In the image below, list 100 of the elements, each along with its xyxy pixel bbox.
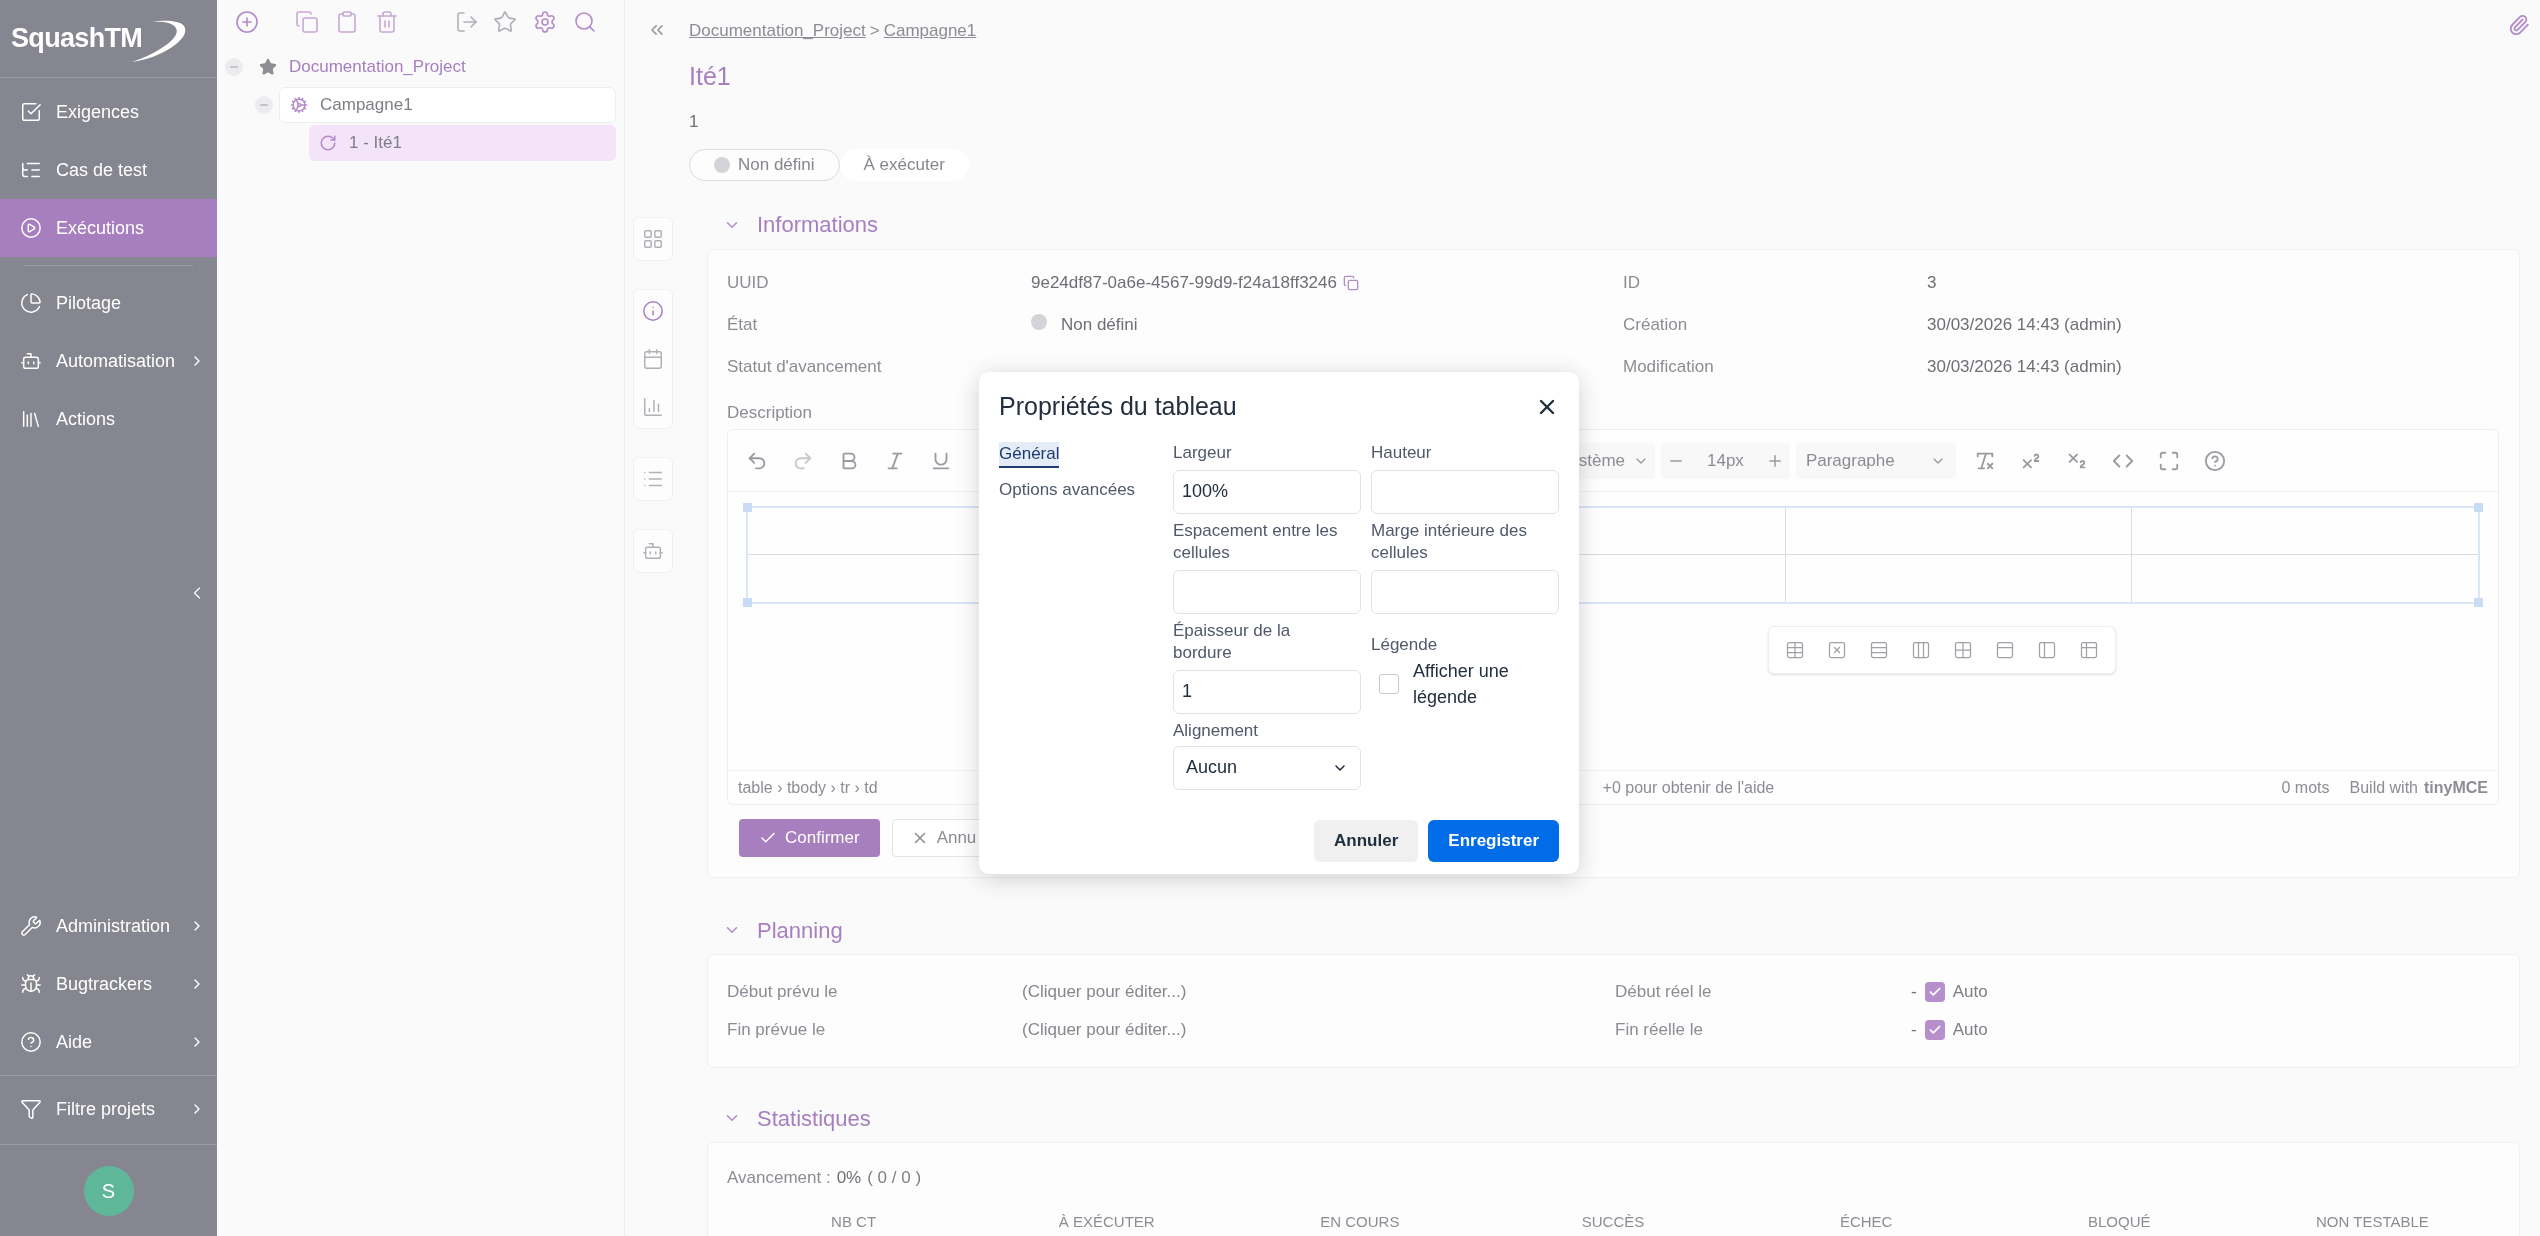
field-value: Non défini — [1061, 313, 1138, 336]
field-label: Marge intérieure des cellules — [1371, 519, 1528, 564]
table-tool-icon[interactable] — [1785, 640, 1805, 660]
alignment-select[interactable]: Aucun — [1173, 745, 1361, 790]
breadcrumb-link[interactable]: Campagne1 — [883, 18, 977, 44]
info-icon[interactable] — [642, 299, 664, 322]
field-value: 30/03/2026 14:43 (admin) — [1927, 313, 2122, 336]
tree-item[interactable]: Documentation_Project — [249, 49, 616, 85]
copy-icon[interactable] — [295, 10, 319, 34]
column-header: EN COURS — [1319, 1211, 1401, 1232]
caption-checkbox[interactable] — [1379, 673, 1399, 694]
user-avatar[interactable]: S — [83, 1165, 134, 1216]
nav-item[interactable]: Bugtrackers — [0, 955, 217, 1013]
save-button[interactable]: Enregistrer — [1428, 819, 1559, 862]
auto-checkbox[interactable] — [1924, 982, 1945, 1002]
column-header: ÉCHEC — [1838, 1211, 1894, 1232]
cancel-button[interactable]: Annuler — [1314, 819, 1419, 862]
breadcrumb-link[interactable]: Documentation_Project — [689, 18, 866, 44]
field-label: Début prévu le — [727, 981, 838, 1004]
tree-label: Campagne1 — [320, 94, 413, 117]
attachment-icon[interactable] — [2508, 14, 2530, 36]
bar-chart-icon[interactable] — [642, 395, 664, 418]
nav-item[interactable]: Automatisation — [0, 332, 217, 390]
status-pill: À exécuter — [839, 148, 969, 181]
copy-icon[interactable] — [1342, 274, 1359, 291]
nav-item[interactable]: Filtre projets — [0, 1080, 217, 1138]
nav-item[interactable]: Pilotage — [0, 274, 217, 332]
robot-icon — [20, 350, 42, 372]
checkbox-label: Afficher une légende — [1413, 659, 1510, 709]
table-tool-icon[interactable] — [1869, 640, 1889, 660]
fullscreen-icon[interactable] — [2157, 449, 2180, 472]
tree-item[interactable]: Campagne1 — [279, 87, 616, 123]
nav-item[interactable]: Aide — [0, 1013, 217, 1071]
table-tool-icon[interactable] — [1827, 640, 1847, 660]
check-icon — [1927, 985, 1942, 999]
progress-label: Avancement : — [727, 1167, 831, 1189]
collapse-toggle-icon[interactable] — [225, 58, 243, 76]
help-icon[interactable] — [2203, 449, 2226, 472]
star-icon — [259, 58, 277, 76]
tree-label: 1 - Ité1 — [349, 132, 402, 155]
nav-item[interactable]: Administration — [0, 897, 217, 955]
dialog-tab[interactable]: Général — [999, 441, 1060, 468]
check-icon — [1927, 1023, 1942, 1037]
grid-icon[interactable] — [642, 227, 664, 250]
search-icon[interactable] — [573, 10, 597, 34]
element-path: table › tbody › tr › td — [738, 777, 878, 798]
collapse-toggle-icon[interactable] — [255, 96, 273, 114]
block-format-select[interactable]: Paragraphe — [1795, 442, 1956, 479]
table-tool-icon[interactable] — [2079, 640, 2099, 660]
nav-label: Bugtrackers — [56, 972, 154, 996]
font-size-value[interactable]: 14px — [1707, 447, 1744, 474]
field-label: Épaisseur de la bordure — [1173, 619, 1292, 664]
tree-item[interactable]: 1 - Ité1 — [309, 125, 616, 161]
field-value: - — [1911, 1019, 1917, 1042]
calendar-icon[interactable] — [642, 347, 664, 370]
progress-count: ( 0 / 0 ) — [867, 1167, 922, 1189]
nav-label: Automatisation — [56, 349, 177, 373]
input-field[interactable] — [1371, 469, 1559, 514]
dialog-tab[interactable]: Options avancées — [999, 477, 1136, 502]
auto-checkbox[interactable] — [1924, 1020, 1945, 1040]
editable-value[interactable]: (Cliquer pour éditer...) — [1022, 1017, 1187, 1043]
section-title: Informations — [757, 211, 879, 239]
export-icon[interactable] — [455, 10, 479, 34]
add-icon[interactable] — [235, 10, 259, 34]
wrench-icon — [20, 915, 42, 937]
table-tool-icon[interactable] — [1911, 640, 1931, 660]
input-field[interactable] — [1371, 569, 1559, 614]
field-label: Modification — [1623, 355, 1714, 378]
reference: 1 — [689, 111, 700, 133]
editable-value[interactable]: (Cliquer pour éditer...) — [1022, 979, 1187, 1005]
field-label: Fin réelle le — [1615, 1019, 1703, 1042]
input-field[interactable]: 100% — [1173, 469, 1361, 514]
column-header: À EXÉCUTER — [1057, 1211, 1156, 1232]
nav-item[interactable]: Exécutions — [0, 199, 217, 257]
nav-item[interactable]: Actions — [0, 390, 217, 448]
input-field[interactable] — [1173, 569, 1361, 614]
help-icon — [20, 1031, 42, 1053]
table-tool-icon[interactable] — [1995, 640, 2015, 660]
nav-item[interactable]: Cas de test — [0, 141, 217, 199]
play-icon — [20, 217, 42, 239]
clipboard-icon[interactable] — [335, 10, 359, 34]
field-value: 3 — [1927, 271, 1937, 294]
column-header: SUCCÈS — [1580, 1211, 1646, 1232]
field-label: Légende — [1371, 633, 1439, 656]
input-field[interactable]: 1 — [1173, 669, 1361, 714]
field-label: Hauteur — [1371, 441, 1433, 464]
breadcrumb-separator: > — [869, 20, 880, 42]
nav-label: Filtre projets — [56, 1097, 157, 1121]
table-tool-icon[interactable] — [2037, 640, 2057, 660]
nav-item[interactable]: Exigences — [0, 83, 217, 141]
field-label: Alignement — [1173, 719, 1260, 742]
table-tool-icon[interactable] — [1953, 640, 1973, 660]
star-icon[interactable] — [493, 10, 517, 34]
confirm-button[interactable]: Confirmer — [739, 819, 880, 857]
word-count: 0 mots — [2281, 777, 2330, 798]
settings-icon[interactable] — [533, 10, 557, 34]
delete-icon[interactable] — [375, 10, 399, 34]
help-hint: +0 pour obtenir de l'aide — [1602, 777, 1775, 798]
field-label: Description — [727, 402, 813, 422]
field-label: Fin prévue le — [727, 1019, 826, 1042]
